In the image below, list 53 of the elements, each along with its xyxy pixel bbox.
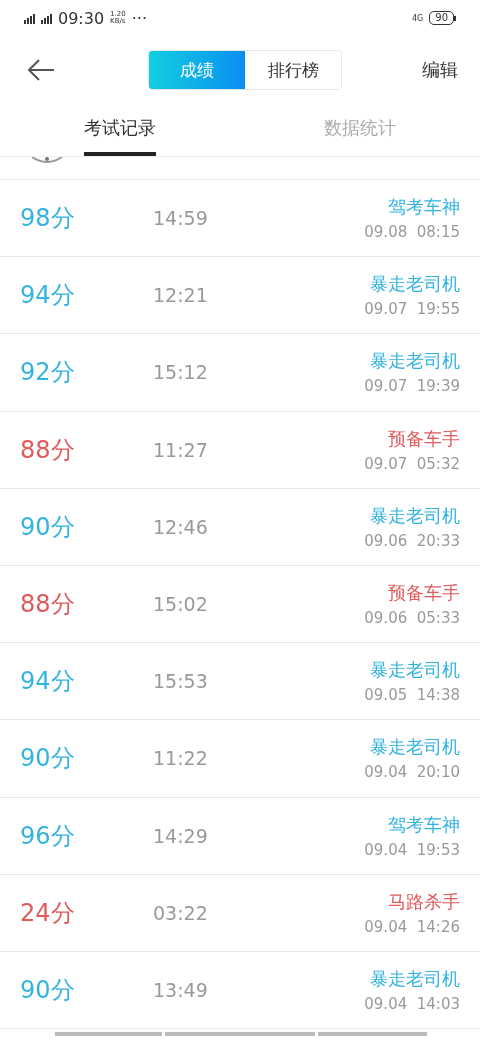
exam-date: 09.06 05:33	[364, 609, 460, 628]
exam-date: 09.07 19:55	[364, 300, 460, 319]
exam-duration: 03:22	[153, 901, 209, 924]
exam-date: 09.04 20:10	[364, 763, 460, 782]
score: 98分	[20, 203, 76, 235]
exam-duration: 14:29	[153, 824, 209, 847]
score: 92分	[20, 357, 76, 389]
rank-title: 暴走老司机	[370, 503, 460, 528]
score: 94分	[20, 666, 76, 698]
rank-title: 马路杀手	[388, 889, 460, 914]
exam-duration: 15:12	[153, 361, 209, 384]
rank-title: 暴走老司机	[370, 349, 460, 374]
exam-date: 09.07 19:39	[364, 377, 460, 396]
score: 88分	[20, 434, 76, 466]
exam-duration: 11:27	[153, 438, 209, 461]
score: 88分	[20, 589, 76, 621]
exam-date: 09.04 19:53	[364, 840, 460, 859]
edit-link[interactable]: 编辑	[422, 58, 458, 82]
rank-title: 预备车手	[388, 581, 460, 606]
exam-duration: 15:02	[153, 593, 209, 616]
rank-title: 驾考车神	[388, 195, 460, 220]
rank-title: 暴走老司机	[370, 658, 460, 683]
exam-date: 09.04 14:26	[364, 917, 460, 936]
rank-title: 暴走老司机	[370, 735, 460, 760]
exam-date: 09.08 08:15	[364, 223, 460, 242]
score: 94分	[20, 280, 76, 312]
avatar-icon	[30, 157, 64, 163]
clock-time: 09:30	[58, 8, 105, 28]
rank-title: 预备车手	[388, 426, 460, 451]
score: 24分	[20, 897, 76, 929]
back-icon[interactable]	[26, 58, 56, 82]
more-indicator: ···	[131, 8, 147, 28]
exam-duration: 12:46	[153, 515, 209, 538]
signal-icon	[24, 12, 35, 24]
exam-date: 09.07 05:32	[364, 454, 460, 473]
network-type: 4G	[411, 13, 424, 23]
exam-date: 09.06 20:33	[364, 531, 460, 550]
score: 90分	[20, 743, 76, 775]
exam-date: 09.04 14:03	[364, 994, 460, 1013]
exam-date: 09.05 14:38	[364, 686, 460, 705]
score: 96分	[20, 820, 76, 852]
score: 90分	[20, 511, 76, 543]
signal-icon	[41, 12, 52, 24]
exam-duration: 15:53	[153, 670, 209, 693]
exam-duration: 14:59	[153, 207, 209, 230]
rank-title: 驾考车神	[388, 812, 460, 837]
rank-title: 暴走老司机	[370, 966, 460, 991]
exam-duration: 11:22	[153, 747, 209, 770]
exam-duration: 13:49	[153, 978, 209, 1001]
rank-title: 暴走老司机	[370, 272, 460, 297]
exam-duration: 12:21	[153, 284, 209, 307]
section-tab[interactable]: 考试记录	[84, 104, 156, 156]
score: 90分	[20, 974, 76, 1006]
